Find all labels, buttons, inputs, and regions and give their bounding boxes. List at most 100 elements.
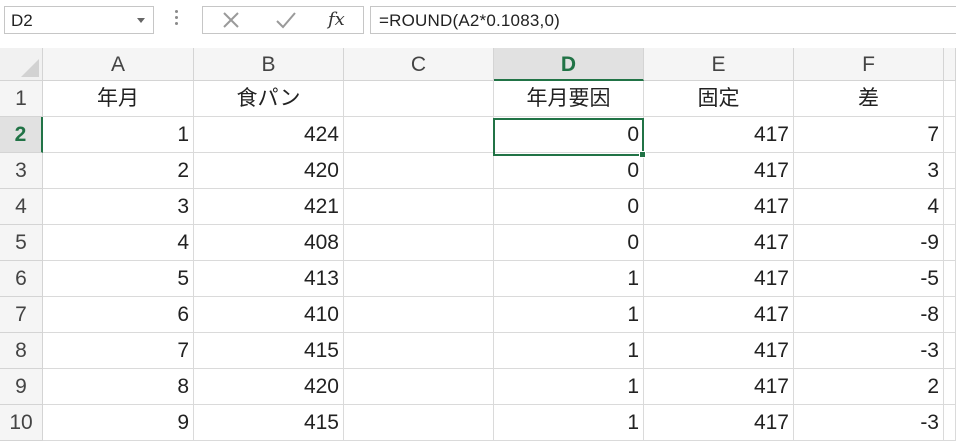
cancel-button[interactable] — [211, 7, 251, 33]
cell-f1[interactable]: 差 — [794, 81, 944, 117]
cell-f7[interactable]: -8 — [794, 297, 944, 333]
cell-f9[interactable]: 2 — [794, 369, 944, 405]
chevron-down-icon[interactable] — [137, 18, 145, 23]
cell-a3[interactable]: 2 — [43, 153, 194, 189]
row-header-5[interactable]: 5 — [0, 225, 43, 261]
formula-input[interactable]: =ROUND(A2*0.1083,0) — [370, 6, 956, 34]
cell-g2[interactable] — [944, 117, 956, 153]
row-header-3[interactable]: 3 — [0, 153, 43, 189]
column-header-f[interactable]: F — [794, 48, 944, 81]
cell-b4[interactable]: 421 — [194, 189, 344, 225]
cell-d10[interactable]: 1 — [494, 405, 644, 441]
cell-f5[interactable]: -9 — [794, 225, 944, 261]
name-box[interactable]: D2 — [4, 6, 154, 34]
close-icon — [223, 12, 239, 28]
row-header-7[interactable]: 7 — [0, 297, 43, 333]
cell-a8[interactable]: 7 — [43, 333, 194, 369]
cell-b2[interactable]: 424 — [194, 117, 344, 153]
cell-e7[interactable]: 417 — [644, 297, 794, 333]
cell-c4[interactable] — [344, 189, 494, 225]
cell-f10[interactable]: -3 — [794, 405, 944, 441]
cell-b8[interactable]: 415 — [194, 333, 344, 369]
cell-b5[interactable]: 408 — [194, 225, 344, 261]
cell-e4[interactable]: 417 — [644, 189, 794, 225]
cell-d6[interactable]: 1 — [494, 261, 644, 297]
row-header-2[interactable]: 2 — [0, 117, 43, 153]
cell-b1[interactable]: 食パン — [194, 81, 344, 117]
cell-g8[interactable] — [944, 333, 956, 369]
cell-g10[interactable] — [944, 405, 956, 441]
fill-handle[interactable] — [639, 151, 646, 158]
column-header-c[interactable]: C — [344, 48, 494, 81]
cell-c7[interactable] — [344, 297, 494, 333]
cell-c6[interactable] — [344, 261, 494, 297]
cell-e1[interactable]: 固定 — [644, 81, 794, 117]
column-header-d[interactable]: D — [494, 48, 644, 81]
cell-f6[interactable]: -5 — [794, 261, 944, 297]
cell-g1[interactable] — [944, 81, 956, 117]
cell-g4[interactable] — [944, 189, 956, 225]
cell-g6[interactable] — [944, 261, 956, 297]
cell-b10[interactable]: 415 — [194, 405, 344, 441]
more-options-icon[interactable] — [175, 10, 179, 28]
row-header-4[interactable]: 4 — [0, 189, 43, 225]
cell-d4[interactable]: 0 — [494, 189, 644, 225]
row-header-6[interactable]: 6 — [0, 261, 43, 297]
cell-d5[interactable]: 0 — [494, 225, 644, 261]
cell-e2[interactable]: 417 — [644, 117, 794, 153]
cell-g7[interactable] — [944, 297, 956, 333]
cell-d2[interactable]: 0 — [494, 117, 644, 153]
cell-d7[interactable]: 1 — [494, 297, 644, 333]
row-header-10[interactable]: 10 — [0, 405, 43, 441]
cell-c10[interactable] — [344, 405, 494, 441]
cell-c2[interactable] — [344, 117, 494, 153]
cell-e10[interactable]: 417 — [644, 405, 794, 441]
cell-b9[interactable]: 420 — [194, 369, 344, 405]
check-icon — [276, 12, 296, 29]
cell-g9[interactable] — [944, 369, 956, 405]
column-header-a[interactable]: A — [43, 48, 194, 81]
cell-c1[interactable] — [344, 81, 494, 117]
row-header-9[interactable]: 9 — [0, 369, 43, 405]
cell-b3[interactable]: 420 — [194, 153, 344, 189]
cell-b7[interactable]: 410 — [194, 297, 344, 333]
cell-e3[interactable]: 417 — [644, 153, 794, 189]
cell-c5[interactable] — [344, 225, 494, 261]
cell-b6[interactable]: 413 — [194, 261, 344, 297]
cell-a7[interactable]: 6 — [43, 297, 194, 333]
cell-f8[interactable]: -3 — [794, 333, 944, 369]
cell-e6[interactable]: 417 — [644, 261, 794, 297]
enter-button[interactable] — [265, 7, 305, 33]
cell-c9[interactable] — [344, 369, 494, 405]
cell-d8[interactable]: 1 — [494, 333, 644, 369]
cell-f4[interactable]: 4 — [794, 189, 944, 225]
row-header-1[interactable]: 1 — [0, 81, 43, 117]
cell-f2[interactable]: 7 — [794, 117, 944, 153]
cell-g3[interactable] — [944, 153, 956, 189]
formula-bar-area: D2 fx =ROUND(A2*0.1083,0) — [0, 0, 956, 45]
cell-d9[interactable]: 1 — [494, 369, 644, 405]
select-all-button[interactable] — [0, 48, 43, 81]
cell-e5[interactable]: 417 — [644, 225, 794, 261]
column-header-g[interactable] — [944, 48, 956, 81]
cell-a2[interactable]: 1 — [43, 117, 194, 153]
insert-function-button[interactable]: fx — [328, 9, 345, 30]
cell-a6[interactable]: 5 — [43, 261, 194, 297]
cell-a9[interactable]: 8 — [43, 369, 194, 405]
row-header-8[interactable]: 8 — [0, 333, 43, 369]
cell-e9[interactable]: 417 — [644, 369, 794, 405]
cell-d1[interactable]: 年月要因 — [494, 81, 644, 117]
cell-a1[interactable]: 年月 — [43, 81, 194, 117]
cell-c8[interactable] — [344, 333, 494, 369]
cell-f3[interactable]: 3 — [794, 153, 944, 189]
name-box-value: D2 — [11, 11, 33, 30]
column-header-e[interactable]: E — [644, 48, 794, 81]
cell-d3[interactable]: 0 — [494, 153, 644, 189]
column-header-b[interactable]: B — [194, 48, 344, 81]
cell-a4[interactable]: 3 — [43, 189, 194, 225]
cell-e8[interactable]: 417 — [644, 333, 794, 369]
cell-g5[interactable] — [944, 225, 956, 261]
cell-a10[interactable]: 9 — [43, 405, 194, 441]
cell-a5[interactable]: 4 — [43, 225, 194, 261]
cell-c3[interactable] — [344, 153, 494, 189]
